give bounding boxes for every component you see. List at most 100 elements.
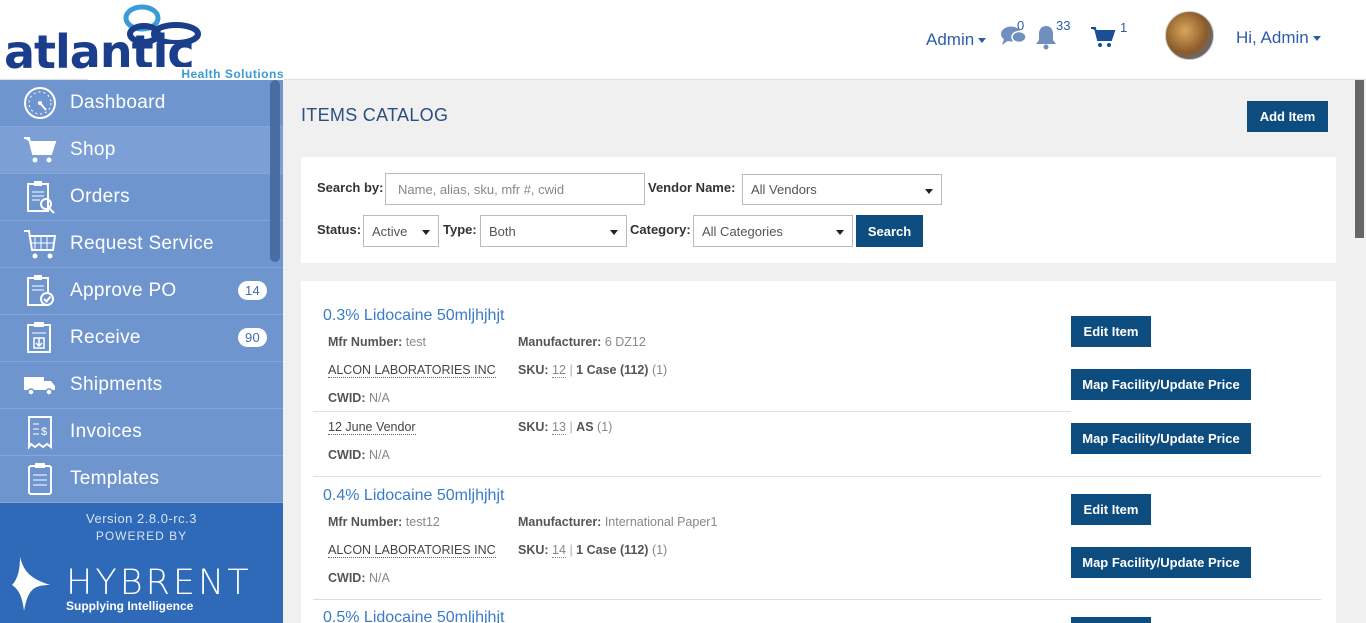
sidebar-item-label: Approve PO [70,280,177,301]
category-select[interactable]: All Categories [693,215,853,247]
powered-by-label: POWERED BY [95,529,188,543]
sidebar-item-label: Orders [70,186,130,207]
chevron-down-icon [836,230,844,235]
hybrent-tagline: Supplying Intelligence [66,599,194,613]
approve-clipboard-icon [22,274,58,308]
top-header: atlantic Health Solutions Admin 0 33 1 H… [0,0,1366,81]
cart-icon [1091,27,1116,47]
messages-button[interactable]: 0 [1000,18,1028,53]
truck-icon [22,368,58,402]
admin-dropdown[interactable]: Admin [926,30,987,50]
cart-icon [22,133,58,167]
user-greeting: Hi, Admin [1236,28,1309,47]
vendor-divider [313,411,1071,412]
sidebar-item-request-service[interactable]: Request Service [0,221,283,268]
dashboard-gauge-icon [22,86,58,120]
item-title-link[interactable]: 0.5% Lidocaine 50mljhjhjt [323,609,504,623]
item-title-link[interactable]: 0.4% Lidocaine 50mljhjhjt [323,487,504,505]
orders-clipboard-icon [22,180,58,214]
item-mfr-number: Mfr Number: test [328,335,426,349]
template-icon [22,462,58,496]
page-scrollbar-thumb[interactable] [1355,80,1364,238]
messages-count: 0 [1017,18,1025,33]
item-cwid: CWID: N/A [328,391,390,405]
sidebar-item-label: Shop [70,139,116,160]
item-sku: SKU: 13 | AS (1) [518,420,613,435]
vendor-select-value: All Vendors [751,182,817,197]
sidebar-item-label: Invoices [70,421,143,442]
sidebar-item-label: Shipments [70,374,163,395]
sidebar-item-label: Templates [70,468,160,489]
sidebar-item-dashboard[interactable]: Dashboard [0,80,283,127]
sidebar-scrollbar[interactable] [270,80,280,262]
sidebar-nav: Dashboard Shop Orders Request Service Ap… [0,80,283,503]
page-scrollbar[interactable] [1353,80,1366,623]
search-button[interactable]: Search [856,215,923,247]
sidebar-item-invoices[interactable]: $ Invoices [0,409,283,456]
svg-text:$: $ [41,426,47,438]
receive-count-badge: 90 [238,328,268,347]
edit-item-button[interactable]: Edit Item [1071,316,1151,347]
item-vendor-link[interactable]: ALCON LABORATORIES INC [328,363,496,378]
item-divider [313,476,1321,477]
map-facility-button[interactable]: Map Facility/Update Price [1071,423,1251,454]
sidebar-item-templates[interactable]: Templates [0,456,283,503]
item-vendor-link[interactable]: ALCON LABORATORIES INC [328,543,496,558]
logo-tagline: Health Solutions [88,67,284,81]
item-divider [313,599,1321,600]
item-title-link[interactable]: 0.3% Lidocaine 50mljhjhjt [323,307,504,325]
map-facility-button[interactable]: Map Facility/Update Price [1071,369,1251,400]
item-manufacturer: Manufacturer: International Paper1 [518,515,718,529]
sidebar-item-label: Request Service [70,233,214,254]
app-version: Version 2.8.0-rc.3 [86,511,197,526]
sidebar-item-shop[interactable]: Shop [0,127,283,174]
item-sku: SKU: 14 | 1 Case (112) (1) [518,543,668,558]
search-label: Search by: [317,180,384,195]
notifications-count: 33 [1056,18,1071,33]
approve-po-count-badge: 14 [238,281,268,300]
sidebar-item-orders[interactable]: Orders [0,174,283,221]
sidebar-item-approve-po[interactable]: Approve PO 14 [0,268,283,315]
invoice-icon: $ [22,415,58,449]
type-select[interactable]: Both [480,215,627,247]
receive-clipboard-icon [22,321,58,355]
sidebar-item-label: Receive [70,327,141,348]
type-label: Type: [443,222,477,237]
map-facility-button[interactable]: Map Facility/Update Price [1071,547,1251,578]
logo-wordmark: atlantic [4,25,195,79]
notifications-button[interactable]: 33 [1034,18,1070,55]
sidebar: Dashboard Shop Orders Request Service Ap… [0,80,283,623]
bell-icon [1036,26,1056,50]
sidebar-footer: Version 2.8.0-rc.3 POWERED BY HYBRENT Su… [0,503,283,623]
chevron-down-icon [610,230,618,235]
vendor-label: Vendor Name: [648,180,736,195]
chevron-down-icon [978,38,987,44]
edit-item-button[interactable] [1071,617,1151,623]
status-select[interactable]: Active [363,215,439,247]
status-label: Status: [317,222,362,237]
main-content: ITEMS CATALOG Add Item Search by: Name, … [283,80,1353,623]
item-cwid: CWID: N/A [328,571,390,585]
chevron-down-icon [1312,36,1321,42]
sidebar-item-shipments[interactable]: Shipments [0,362,283,409]
chevron-down-icon [422,230,430,235]
sidebar-item-receive[interactable]: Receive 90 [0,315,283,362]
search-input[interactable]: Name, alias, sku, mfr #, cwid [385,173,645,205]
add-item-button[interactable]: Add Item [1247,101,1328,132]
item-vendor-link[interactable]: 12 June Vendor [328,420,416,435]
vendor-select[interactable]: All Vendors [742,174,942,205]
avatar[interactable] [1165,11,1214,60]
items-list: 0.3% Lidocaine 50mljhjhjt Mfr Number: te… [301,281,1336,623]
cart-button[interactable]: 1 [1090,20,1127,53]
category-select-value: All Categories [702,223,783,239]
sidebar-item-label: Dashboard [70,92,166,113]
item-mfr-number: Mfr Number: test12 [328,515,440,529]
admin-dropdown-label: Admin [926,30,975,49]
atlantic-logo[interactable]: atlantic Health Solutions [4,4,284,81]
chevron-down-icon [925,189,933,194]
category-label: Category: [630,222,691,237]
user-menu[interactable]: Hi, Admin [1236,28,1321,48]
type-select-value: Both [489,223,516,239]
page-title: ITEMS CATALOG [301,105,449,125]
edit-item-button[interactable]: Edit Item [1071,494,1151,525]
